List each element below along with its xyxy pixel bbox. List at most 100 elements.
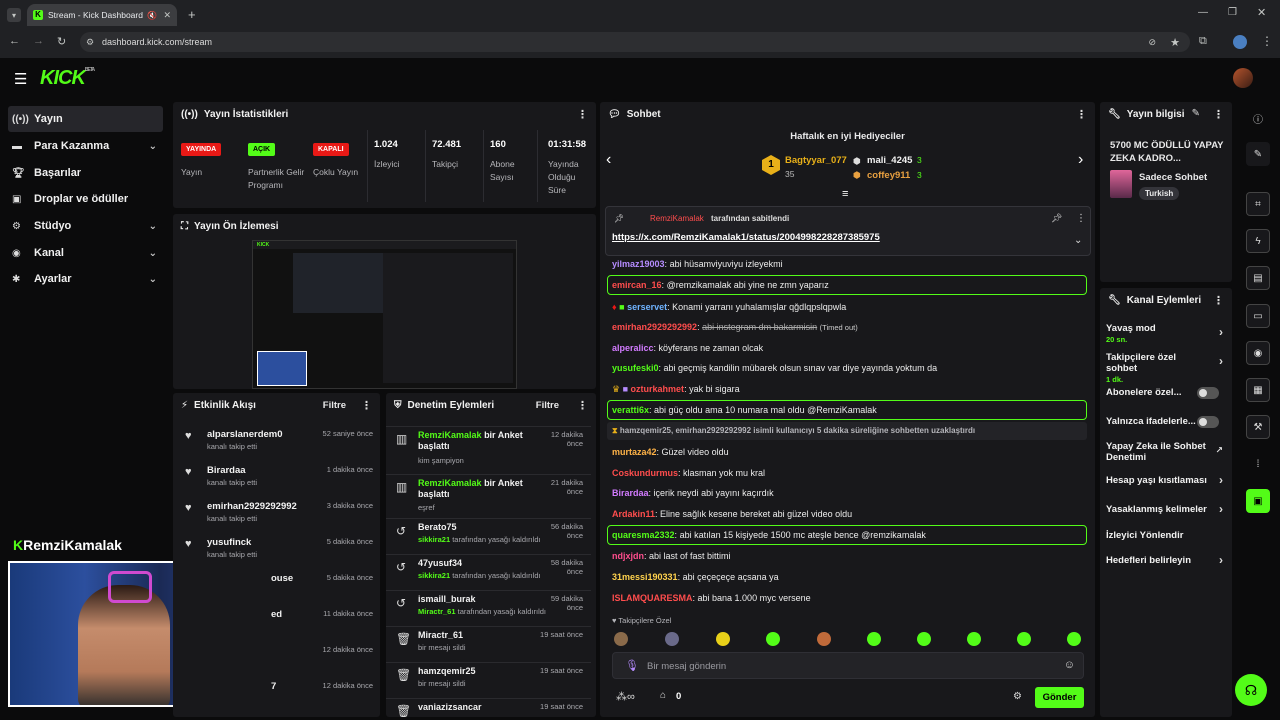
subscribers-only-action[interactable]: Abonelere özel... [1106, 387, 1231, 399]
stats-menu-icon[interactable]: ⋮ [577, 108, 588, 121]
banned-words-action[interactable]: Yasaklanmış kelimeler › [1106, 503, 1231, 515]
mod-user[interactable]: RemziKamalak [418, 478, 482, 488]
gifters-prev-icon[interactable]: ‹ [606, 151, 611, 169]
moderation-menu-icon[interactable]: ⋮ [577, 399, 588, 412]
gifter-name[interactable]: mali_4245 [867, 155, 912, 166]
mod-user[interactable]: Miractr_61 [418, 630, 463, 640]
moderation-filter-button[interactable]: Filtre [536, 400, 559, 411]
clip-icon[interactable]: ⌗ [1246, 192, 1270, 216]
account-age-action[interactable]: Hesap yaşı kısıtlaması › [1106, 474, 1231, 486]
sidebar-item-yayin[interactable]: ((•)) Yayın [8, 106, 163, 132]
emote-icon[interactable] [917, 632, 931, 646]
broadcast-icon[interactable]: ◉ [1246, 341, 1270, 365]
emote-icon[interactable] [716, 632, 730, 646]
activity-user[interactable]: alparslanerdem0 [207, 429, 283, 440]
expand-pinned-icon[interactable]: ⌄ [1074, 235, 1082, 246]
sidebar-item-para-kazanma[interactable]: ▬ Para Kazanma ⌄ [8, 133, 163, 159]
sidebar-item-ayarlar[interactable]: ✱ Ayarlar ⌄ [8, 266, 163, 292]
browser-menu-icon[interactable]: ⋮ [1261, 34, 1273, 48]
reload-icon[interactable]: ↻ [57, 35, 66, 48]
emotes-only-action[interactable]: Yalnızca ifadelerle... [1106, 416, 1231, 428]
chat-bubble-icon[interactable]: ▭ [1246, 304, 1270, 328]
pen-icon[interactable]: ✎ [1246, 142, 1270, 166]
mute-tab-icon[interactable]: 🔇 [147, 11, 157, 20]
mic-icon[interactable]: 🎙︎ [625, 659, 639, 672]
tab-search-icon[interactable]: ▾ [7, 8, 21, 22]
notes-icon[interactable]: ▤ [1246, 266, 1270, 290]
mod-user[interactable]: hamzqemir25 [418, 666, 476, 676]
chat-user[interactable]: 31messi190331 [612, 572, 678, 582]
emote-icon[interactable] [867, 632, 881, 646]
site-info-icon[interactable]: ⚙ [86, 37, 94, 48]
activity-user[interactable]: yusufinck [207, 537, 251, 548]
pinned-link[interactable]: https://x.com/RemziKamalak1/status/20049… [612, 232, 880, 243]
eye-off-icon[interactable]: ⊘ [1148, 37, 1156, 48]
chat-user[interactable]: quaresma2332 [612, 530, 675, 540]
back-icon[interactable]: ← [9, 35, 20, 47]
forward-icon[interactable]: → [33, 35, 44, 47]
layout-icon[interactable]: ▦ [1246, 378, 1270, 402]
chat-user[interactable]: Coskundurmus [612, 468, 678, 478]
activity-user[interactable]: Birardaa [207, 465, 246, 476]
more-dots-icon[interactable]: ⁞ [1246, 452, 1270, 476]
ai-moderation-action[interactable]: Yapay Zeka ile Sohbet Denetimi ↗ [1106, 441, 1231, 463]
app-icon[interactable]: ▣ [1246, 489, 1270, 513]
info-icon[interactable]: ⓘ [1246, 106, 1270, 130]
sidebar-item-studyo[interactable]: ⚙ Stüdyo ⌄ [8, 213, 163, 239]
extensions-icon[interactable]: ⧉ [1199, 35, 1207, 48]
help-chat-icon[interactable]: ☊ [1235, 674, 1267, 706]
gifter-name[interactable]: Bagtyyar_077 [785, 155, 847, 166]
activity-filter-button[interactable]: Filtre [323, 400, 346, 411]
wrench-icon[interactable]: ⚒ [1246, 415, 1270, 439]
user-avatar[interactable] [1233, 68, 1253, 88]
new-tab-icon[interactable]: + [188, 7, 196, 22]
emote-icon[interactable] [967, 632, 981, 646]
mod-by[interactable]: sikkira21 [418, 571, 450, 580]
restore-icon[interactable]: ❐ [1228, 7, 1237, 18]
activity-user[interactable]: ed [271, 609, 282, 620]
chat-user[interactable]: ozturkahmet [631, 384, 685, 394]
sidebar-item-droplar[interactable]: ▣ Droplar ve ödüller [8, 186, 163, 212]
chat-input[interactable]: 🎙︎ Bir mesaj gönderin ☺ [612, 652, 1084, 679]
mod-user[interactable]: vaniazizsancar [418, 702, 482, 712]
chat-user[interactable]: Birardaa [612, 488, 649, 498]
channel-actions-menu-icon[interactable]: ⋮ [1213, 294, 1224, 307]
chat-user[interactable]: ndjxjdn [612, 551, 644, 561]
profile-avatar[interactable] [1233, 35, 1247, 49]
chat-user[interactable]: Ardakin11 [612, 509, 655, 519]
chat-user[interactable]: ISLAMQUARESMA [612, 593, 693, 603]
minimize-icon[interactable]: — [1198, 7, 1208, 18]
slow-mode-action[interactable]: Yavaş mod 20 sn. › [1106, 323, 1231, 345]
activity-user[interactable]: emirhan2929292992 [207, 501, 297, 512]
mod-by[interactable]: Miractr_61 [418, 607, 456, 616]
category-thumbnail[interactable] [1110, 170, 1132, 198]
raid-action[interactable]: İzleyici Yönlendir [1106, 530, 1231, 541]
chat-user[interactable]: emircan_16 [612, 280, 662, 290]
bolt-icon[interactable]: ϟ [1246, 229, 1270, 253]
emotes-only-toggle[interactable] [1197, 416, 1219, 428]
send-button[interactable]: Gönder [1035, 687, 1084, 708]
browser-tab[interactable]: K Stream - Kick Dashboard 🔇 ✕ [27, 4, 177, 26]
chat-menu-icon[interactable]: ⋮ [1076, 108, 1087, 121]
mod-user[interactable]: RemziKamalak [418, 430, 482, 440]
chat-user[interactable]: veratti6x [612, 405, 649, 415]
points-icon[interactable]: ⁂∞ [616, 690, 635, 703]
stream-preview-video[interactable]: KICK [252, 240, 517, 389]
emote-icon[interactable] [817, 632, 831, 646]
category-name[interactable]: Sadece Sohbet [1139, 172, 1207, 183]
sidebar-item-basarilar[interactable]: 🏆︎ Başarılar [8, 160, 163, 186]
pinned-by[interactable]: RemziKamalak [650, 214, 704, 223]
chat-settings-icon[interactable]: ⚙ [1013, 691, 1022, 702]
chat-user[interactable]: murtaza42 [612, 447, 657, 457]
bookmark-star-icon[interactable]: ★ [1170, 36, 1180, 49]
activity-menu-icon[interactable]: ⋮ [361, 399, 372, 412]
chat-user[interactable]: serservet [627, 302, 667, 312]
mod-user[interactable]: ismaill_burak [418, 594, 476, 604]
mod-user[interactable]: 47yusuf34 [418, 558, 462, 568]
chat-user[interactable]: yilmaz19003 [612, 259, 665, 269]
emote-icon[interactable] [766, 632, 780, 646]
followers-only-action[interactable]: Takipçilere özel sohbet 1 dk. › [1106, 352, 1231, 385]
chat-user[interactable]: alperalicc [612, 343, 654, 353]
emote-icon[interactable] [1017, 632, 1031, 646]
emote-icon[interactable] [1067, 632, 1081, 646]
